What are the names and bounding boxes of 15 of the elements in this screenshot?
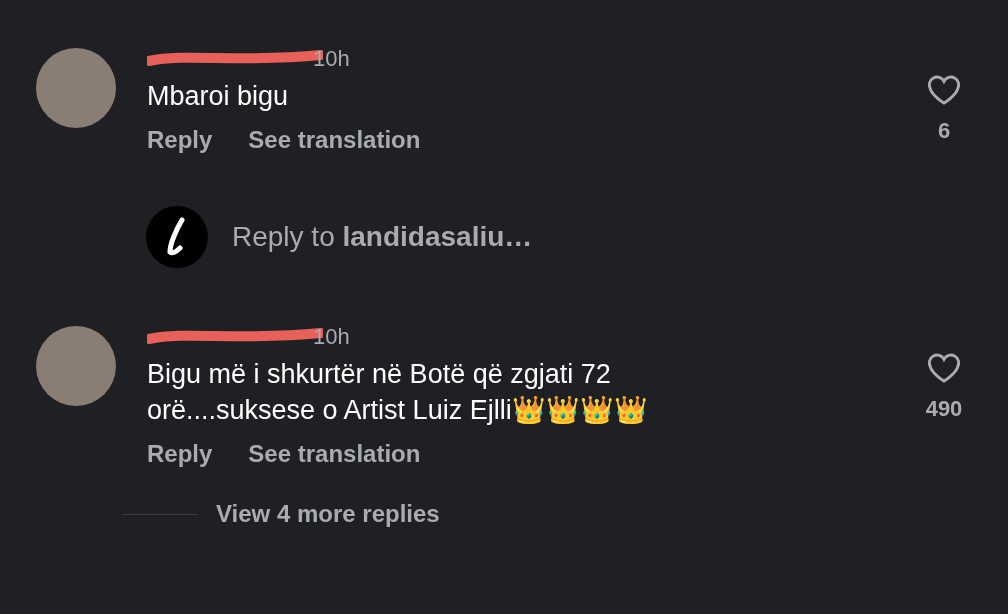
heart-icon[interactable] [926,74,962,106]
reply-input-field[interactable]: Reply to landidasaliu… [232,216,533,258]
heart-icon[interactable] [926,352,962,384]
like-count: 490 [925,395,963,423]
comment-text: Mbaroi bigu [147,80,290,113]
see-translation-link[interactable]: See translation [248,122,421,158]
reply-link[interactable]: Reply [147,122,213,158]
see-translation-link[interactable]: See translation [248,436,421,472]
comment-time: 10h [313,322,350,351]
view-more-replies-link[interactable]: View 4 more replies [216,496,440,532]
logo-icon [146,206,208,268]
like-count: 6 [937,117,951,145]
reply-link[interactable]: Reply [147,436,213,472]
comment-time: 10h [313,44,350,73]
comment-text: Bigu më i shkurtër në Botë që zgjati 72 orë....suksese o Artist Luiz Ejlli👑👑👑👑 [147,358,649,427]
